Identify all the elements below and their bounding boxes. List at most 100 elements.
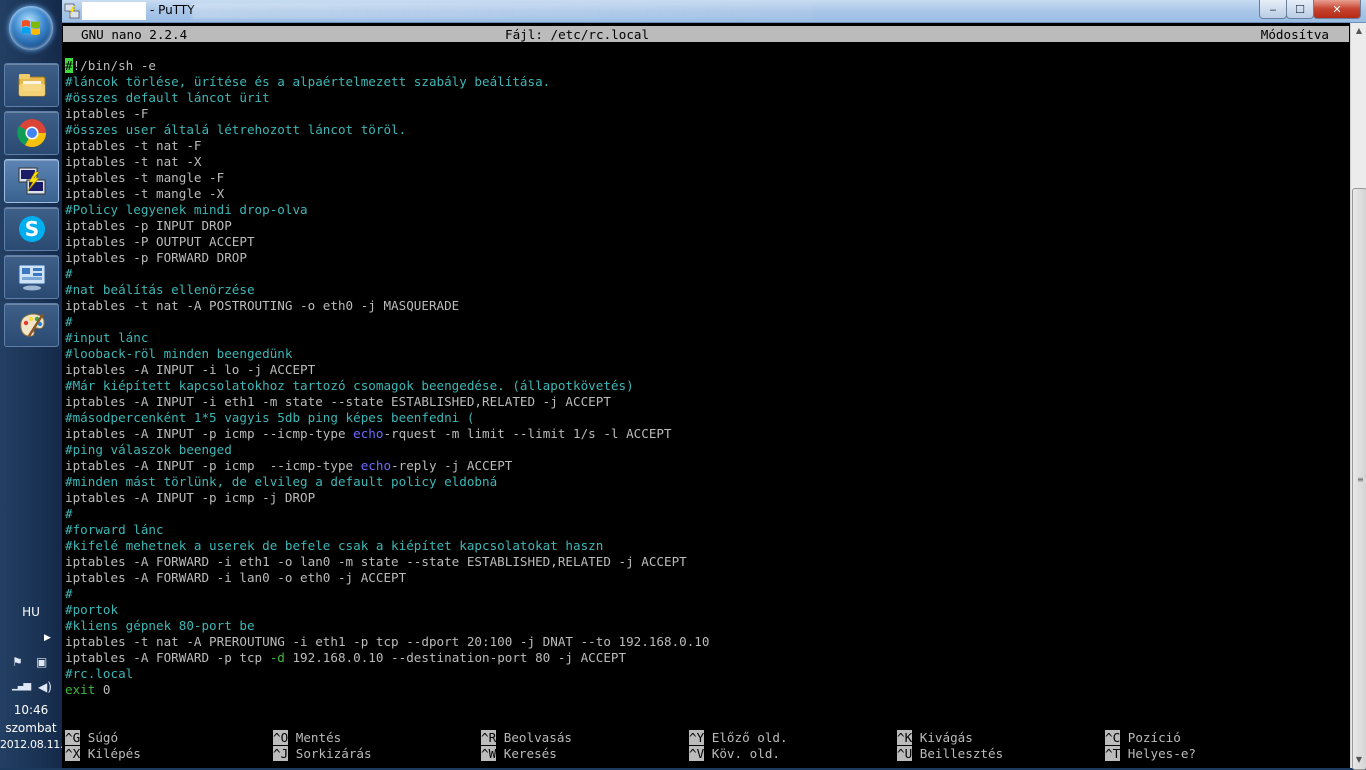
editor-line[interactable]: iptables -t nat -X bbox=[65, 154, 709, 170]
editor-line[interactable]: iptables -A INPUT -i eth1 -m state --sta… bbox=[65, 394, 709, 410]
clock-day[interactable]: szombat bbox=[0, 721, 62, 735]
line-text: iptables -t mangle -F bbox=[65, 170, 225, 185]
editor-line[interactable]: iptables -t nat -F bbox=[65, 138, 709, 154]
line-text: 192.168.0.10 --destination-port 80 -j AC… bbox=[284, 650, 627, 665]
editor-line[interactable]: #összes default láncot ürit bbox=[65, 90, 709, 106]
line-text: iptables -A INPUT -i lo -j ACCEPT bbox=[65, 362, 316, 377]
taskbar-putty-button[interactable] bbox=[4, 159, 59, 203]
shortcut-key: ^O bbox=[273, 730, 289, 745]
editor-line[interactable]: # bbox=[65, 586, 709, 602]
shortcut-item[interactable]: ^U Beillesztés bbox=[897, 746, 1003, 762]
shortcut-item[interactable]: ^Y Előző old. bbox=[689, 730, 788, 746]
line-text: echo bbox=[360, 458, 392, 473]
scroll-up-arrow-icon[interactable]: ▲ bbox=[1351, 23, 1366, 39]
maximize-button[interactable]: ☐ bbox=[1286, 0, 1314, 19]
editor-line[interactable]: #ping válaszok beenged bbox=[65, 442, 709, 458]
volume-icon[interactable]: ◀) bbox=[38, 680, 52, 694]
editor-line[interactable]: iptables -A FORWARD -i eth1 -o lan0 -m s… bbox=[65, 554, 709, 570]
clipboard-icon[interactable]: ▣ bbox=[36, 655, 47, 669]
editor-line[interactable]: #másodpercenként 1*5 vagyis 5db ping kép… bbox=[65, 410, 709, 426]
line-text: -reply -j ACCEPT bbox=[391, 458, 513, 473]
shortcut-item[interactable]: ^O Mentés bbox=[273, 730, 341, 746]
editor-line[interactable]: #láncok törlése, ürítése és a alpaértelm… bbox=[65, 74, 709, 90]
shortcut-item[interactable]: ^K Kivágás bbox=[897, 730, 973, 746]
editor-line[interactable]: #!/bin/sh -e bbox=[65, 58, 709, 74]
shortcut-key: ^C bbox=[1105, 730, 1121, 745]
editor-line[interactable]: exit 0 bbox=[65, 682, 709, 698]
shortcut-item[interactable]: ^R Beolvasás bbox=[481, 730, 572, 746]
editor-line[interactable]: #forward lánc bbox=[65, 522, 709, 538]
shortcut-item[interactable]: ^X Kilépés bbox=[65, 746, 141, 762]
scroll-thumb[interactable]: ≡ bbox=[1352, 188, 1366, 770]
taskbar-control-panel-button[interactable] bbox=[4, 255, 59, 299]
line-text: iptables -A FORWARD -p tcp bbox=[65, 650, 270, 665]
editor-line[interactable]: #rc.local bbox=[65, 666, 709, 682]
shortcut-label: Köv. old. bbox=[704, 746, 780, 761]
line-text: iptables -A INPUT -i eth1 -m state --sta… bbox=[65, 394, 611, 409]
start-button[interactable] bbox=[9, 6, 53, 50]
vertical-scrollbar[interactable]: ▲ ≡ ▼ bbox=[1350, 23, 1366, 770]
shortcut-item[interactable]: ^G Súgó bbox=[65, 730, 118, 746]
language-indicator[interactable]: HU bbox=[0, 605, 62, 619]
editor-line[interactable]: iptables -p FORWARD DROP bbox=[65, 250, 709, 266]
show-hidden-icons-icon[interactable]: ▶ bbox=[44, 633, 51, 643]
close-button[interactable]: ✕ bbox=[1313, 0, 1361, 19]
editor-line[interactable]: iptables -t nat -A POSTROUTING -o eth0 -… bbox=[65, 298, 709, 314]
scroll-down-arrow-icon[interactable]: ▼ bbox=[1351, 752, 1366, 768]
network-signal-icon[interactable]: ▁▃▅ bbox=[12, 680, 31, 691]
editor-line[interactable]: #kifelé mehetnek a userek de befele csak… bbox=[65, 538, 709, 554]
editor-line[interactable]: iptables -p INPUT DROP bbox=[65, 218, 709, 234]
line-text: iptables -p FORWARD DROP bbox=[65, 250, 247, 265]
editor-line[interactable]: #Már kiépített kapcsolatokhoz tartozó cs… bbox=[65, 378, 709, 394]
editor-line[interactable]: iptables -A FORWARD -p tcp -d 192.168.0.… bbox=[65, 650, 709, 666]
line-text: iptables -t nat -A POSTROUTING -o eth0 -… bbox=[65, 298, 460, 313]
editor-line[interactable]: iptables -A INPUT -p icmp --icmp-type ec… bbox=[65, 458, 709, 474]
taskbar-paint-button[interactable] bbox=[4, 303, 59, 347]
editor-line[interactable]: #portok bbox=[65, 602, 709, 618]
clock-date[interactable]: 2012.08.11. bbox=[0, 738, 63, 751]
editor-line[interactable]: #input lánc bbox=[65, 330, 709, 346]
shortcut-item[interactable]: ^J Sorkizárás bbox=[273, 746, 372, 762]
shortcut-item[interactable]: ^C Pozíció bbox=[1105, 730, 1181, 746]
minimize-button[interactable]: ‒ bbox=[1259, 0, 1287, 19]
editor-line[interactable]: iptables -t mangle -F bbox=[65, 170, 709, 186]
editor-line[interactable]: iptables -P OUTPUT ACCEPT bbox=[65, 234, 709, 250]
line-text: #rc.local bbox=[65, 666, 134, 681]
editor-line[interactable]: # bbox=[65, 266, 709, 282]
editor-line[interactable]: iptables -A INPUT -p icmp -j DROP bbox=[65, 490, 709, 506]
editor-line[interactable]: iptables -t mangle -X bbox=[65, 186, 709, 202]
title-bar[interactable]: - PuTTY ‒ ☐ ✕ bbox=[62, 0, 1366, 23]
taskbar-skype-button[interactable]: S bbox=[4, 207, 59, 251]
editor-line[interactable]: iptables -A INPUT -i lo -j ACCEPT bbox=[65, 362, 709, 378]
putty-icon bbox=[64, 3, 80, 19]
shortcut-item[interactable]: ^T Helyes-e? bbox=[1105, 746, 1196, 762]
paint-palette-icon bbox=[19, 313, 45, 337]
action-center-flag-icon[interactable]: ⚑ bbox=[12, 655, 23, 669]
editor-buffer[interactable]: #!/bin/sh -e #láncok törlése, ürítése és … bbox=[65, 58, 709, 698]
taskbar-explorer-button[interactable] bbox=[4, 63, 59, 107]
shortcut-item[interactable]: ^W Keresés bbox=[481, 746, 557, 762]
shortcut-label: Keresés bbox=[496, 746, 557, 761]
line-text: # bbox=[65, 586, 73, 601]
shortcut-key: ^G bbox=[65, 730, 81, 745]
editor-line[interactable]: #Policy legyenek mindi drop-olva bbox=[65, 202, 709, 218]
line-text: #minden mást törlünk, de elvileg a defau… bbox=[65, 474, 498, 489]
taskbar-chrome-button[interactable] bbox=[4, 111, 59, 155]
editor-line[interactable]: iptables -A INPUT -p icmp --icmp-type ec… bbox=[65, 426, 709, 442]
editor-line[interactable]: #nat beálítás ellenörzése bbox=[65, 282, 709, 298]
editor-line[interactable]: #looback-röl minden beengedünk bbox=[65, 346, 709, 362]
shortcut-item[interactable]: ^V Köv. old. bbox=[689, 746, 780, 762]
scroll-grip-icon: ≡ bbox=[1357, 475, 1364, 484]
editor-line[interactable]: # bbox=[65, 314, 709, 330]
editor-line[interactable]: iptables -t nat -A PREROUTUNG -i eth1 -p… bbox=[65, 634, 709, 650]
line-text: iptables -F bbox=[65, 106, 149, 121]
editor-line[interactable]: # bbox=[65, 506, 709, 522]
terminal[interactable]: GNU nano 2.2.4 Fájl: /etc/rc.local Módos… bbox=[63, 24, 1350, 768]
editor-line[interactable]: iptables -A FORWARD -i lan0 -o eth0 -j A… bbox=[65, 570, 709, 586]
editor-line[interactable]: #minden mást törlünk, de elvileg a defau… bbox=[65, 474, 709, 490]
shortcut-key: ^X bbox=[65, 746, 81, 761]
editor-line[interactable]: #kliens gépnek 80-port be bbox=[65, 618, 709, 634]
clock-time[interactable]: 10:46 bbox=[0, 703, 62, 717]
editor-line[interactable]: #összes user általá létrehozott láncot t… bbox=[65, 122, 709, 138]
editor-line[interactable]: iptables -F bbox=[65, 106, 709, 122]
